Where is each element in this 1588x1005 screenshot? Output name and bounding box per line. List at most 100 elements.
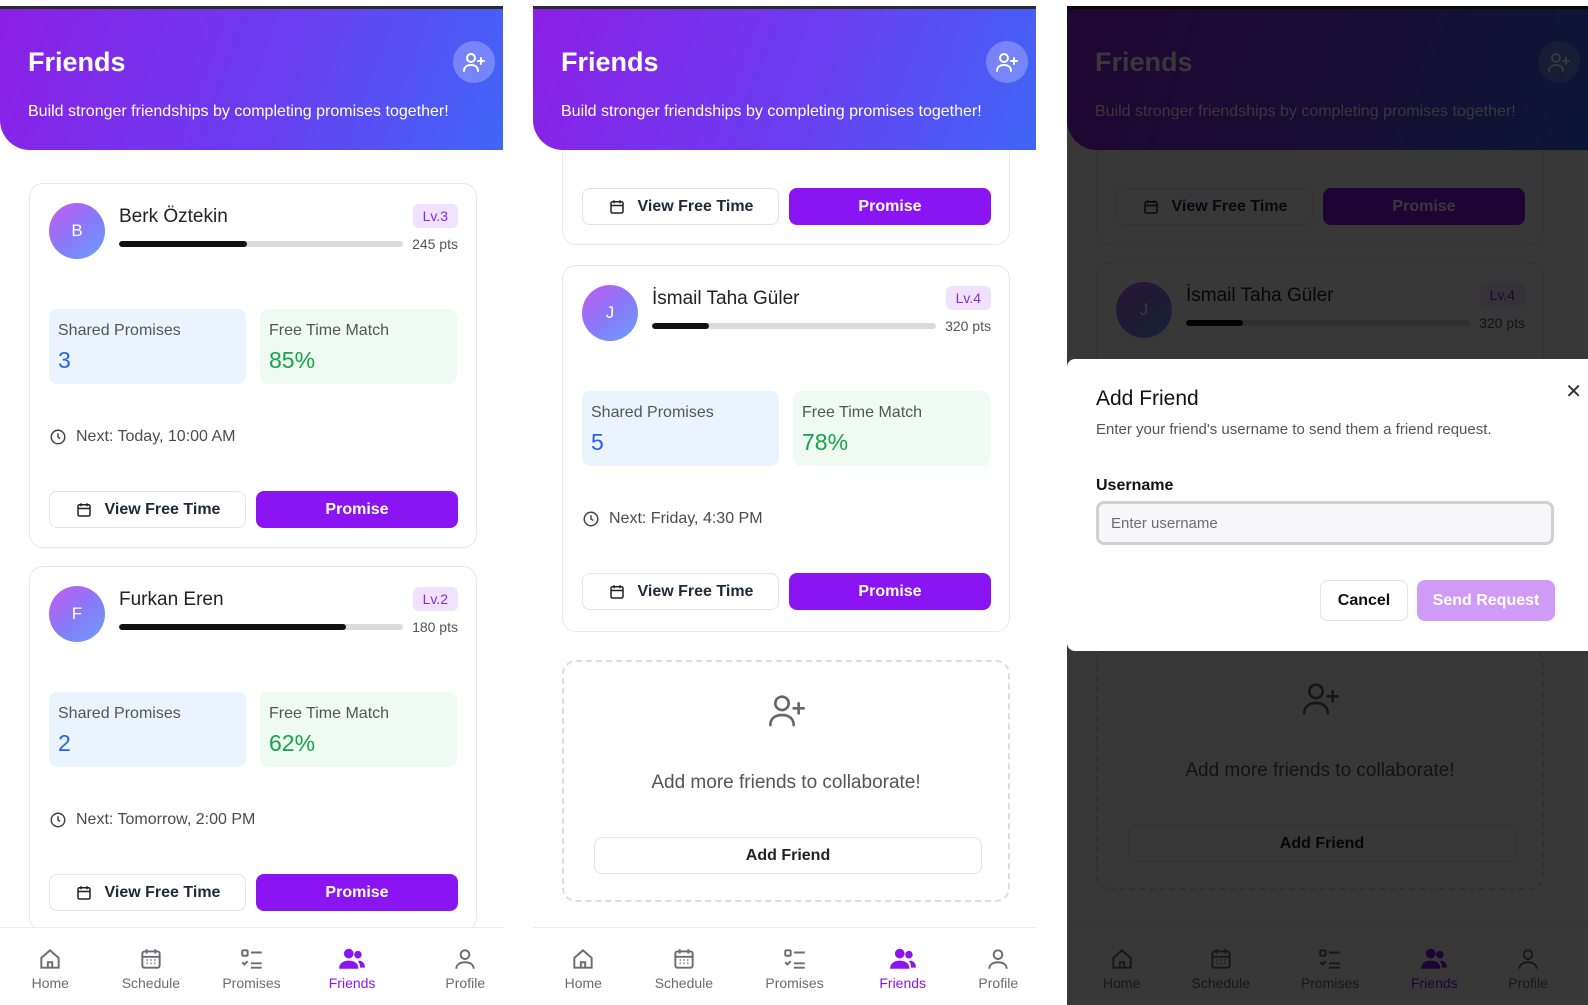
username-label: Username [1096,477,1174,494]
page-title: Friends [28,47,126,77]
avatar: B [49,203,105,259]
calendar-icon [674,949,694,969]
nav-label: Promises [765,975,824,991]
nav-label: Schedule [654,975,714,991]
view-free-time-button[interactable]: View Free Time [582,573,779,610]
clock-icon [50,429,66,445]
add-friend-header-button[interactable] [453,41,495,83]
progress-fill [652,323,709,329]
nav-label: Promises [222,975,281,991]
dialog-title: Add Friend [1096,387,1199,410]
next-meeting: Next: Tomorrow, 2:00 PM [49,811,255,829]
button-label: View Free Time [637,582,754,600]
close-icon[interactable]: ✕ [1565,379,1582,404]
friends-list[interactable]: View Free Time Promise J İsmail Taha Gül… [533,150,1036,927]
screen-friends-top: Friends Build stronger friendships by co… [0,6,503,1005]
stat-value: 2 [58,730,71,756]
nav-promises[interactable]: Promises [207,944,297,991]
friend-name: Berk Öztekin [119,206,228,227]
free-time-match-stat: Free Time Match 85% [260,309,457,384]
promise-button[interactable]: Promise [789,573,991,610]
progress-bar [652,323,936,329]
add-friend-header-button[interactable] [986,41,1028,83]
points: 320 pts [945,318,991,334]
friend-name: İsmail Taha Güler [652,288,800,309]
nav-label: Friends [879,975,927,991]
nav-label: Profile [978,975,1019,991]
nav-schedule[interactable]: Schedule [106,944,196,991]
cancel-button[interactable]: Cancel [1320,580,1408,621]
stat-label: Shared Promises [58,705,181,722]
home-icon [573,949,593,969]
stat-value: 85% [269,347,316,373]
nav-home[interactable]: Home [5,944,95,991]
add-friend-dialog: Add Friend ✕ Enter your friend's usernam… [1067,359,1588,651]
avatar: F [49,586,105,642]
add-friends-cta: Add more friends to collaborate! Add Fri… [562,660,1010,902]
friend-card: J İsmail Taha Güler Lv.4 320 pts Shared … [562,265,1010,632]
points: 180 pts [412,619,458,635]
free-time-match-stat: Free Time Match 62% [260,692,457,767]
nav-friends[interactable]: Friends [858,944,948,991]
stat-value: 78% [802,429,849,455]
calendar-icon [609,584,624,599]
promise-button[interactable]: Promise [789,188,991,225]
screen-friends-bottom: Friends Build stronger friendships by co… [533,6,1036,1005]
stat-label: Free Time Match [802,404,923,421]
dialog-description: Enter your friend's username to send the… [1096,421,1492,438]
nav-profile[interactable]: Profile [420,944,503,991]
free-time-match-stat: Free Time Match 78% [793,391,990,466]
stat-label: Shared Promises [58,322,181,339]
nav-label: Friends [328,975,376,991]
friend-card: F Furkan Eren Lv.2 180 pts Shared Promis… [29,566,477,927]
bottom-nav: Home Schedule Promises Friends Profile [533,927,1036,1005]
user-plus-icon [463,53,485,72]
next-meeting: Next: Friday, 4:30 PM [582,510,763,528]
home-icon [40,949,60,969]
button-label: View Free Time [104,500,221,518]
avatar: J [582,285,638,341]
nav-home[interactable]: Home [538,944,628,991]
view-free-time-button[interactable]: View Free Time [49,874,246,911]
view-free-time-button[interactable]: View Free Time [582,188,779,225]
page-subtitle: Build stronger friendships by completing… [561,103,982,120]
header: Friends Build stronger friendships by co… [533,6,1036,150]
friend-name: Furkan Eren [119,589,224,610]
next-meeting: Next: Today, 10:00 AM [49,428,236,446]
username-input[interactable] [1096,501,1554,545]
page-subtitle: Build stronger friendships by completing… [28,103,449,120]
clock-icon [583,511,599,527]
user-plus-icon [769,695,805,727]
stat-value: 5 [591,429,604,455]
stat-label: Free Time Match [269,705,390,722]
calendar-icon [609,199,624,214]
checklist-icon [240,949,262,969]
promise-button[interactable]: Promise [256,491,458,528]
friend-card: B Berk Öztekin Lv.3 245 pts Shared Promi… [29,183,477,548]
nav-friends[interactable]: Friends [307,944,397,991]
nav-profile[interactable]: Profile [953,944,1036,991]
calendar-icon [141,949,161,969]
progress-fill [119,624,347,630]
users-icon [889,948,916,969]
progress-bar [119,241,403,247]
progress-bar [119,624,403,630]
nav-promises[interactable]: Promises [750,944,840,991]
nav-label: Home [564,975,602,991]
level-badge: Lv.2 [412,587,458,611]
promise-button[interactable]: Promise [256,874,458,911]
calendar-icon [76,502,91,517]
progress-fill [119,241,247,247]
calendar-icon [76,885,91,900]
nav-label: Home [31,975,69,991]
clock-icon [50,812,66,828]
view-free-time-button[interactable]: View Free Time [49,491,246,528]
stat-value: 3 [58,347,71,373]
user-plus-icon [996,53,1018,72]
add-friend-button[interactable]: Add Friend [594,837,982,874]
users-icon [339,948,366,969]
checklist-icon [783,949,805,969]
friends-list[interactable]: B Berk Öztekin Lv.3 245 pts Shared Promi… [0,150,503,927]
send-request-button[interactable]: Send Request [1417,580,1555,621]
nav-schedule[interactable]: Schedule [639,944,729,991]
